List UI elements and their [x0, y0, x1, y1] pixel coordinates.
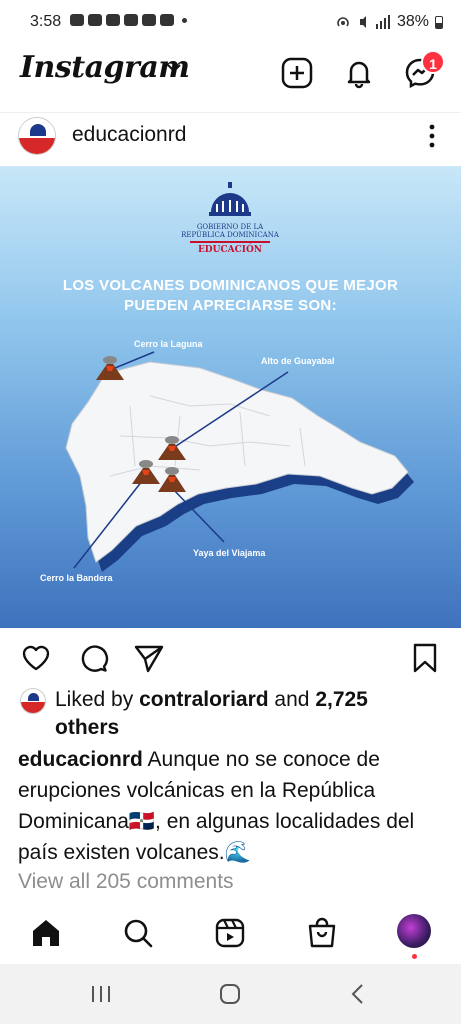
- recent-apps-icon[interactable]: [90, 984, 112, 1004]
- post-caption: educacionrd Aunque no se conoce de erupc…: [18, 744, 438, 868]
- home-icon[interactable]: [29, 916, 63, 950]
- label-yaya-viajama: Yaya del Viajama: [193, 548, 266, 558]
- post-header: educacionrd: [0, 112, 461, 164]
- map-illustration: [65, 351, 414, 572]
- facebook-icon: [70, 14, 84, 26]
- bottom-nav: [0, 908, 461, 960]
- reels-icon[interactable]: [213, 916, 247, 950]
- home-button-icon[interactable]: [219, 983, 241, 1005]
- notification-icons: [70, 14, 187, 26]
- label-cerro-laguna: Cerro la Laguna: [134, 339, 203, 349]
- caption-username[interactable]: educacionrd: [18, 748, 143, 771]
- post-image[interactable]: GOBIERNO DE LA REPÚBLICA DOMINICANA EDUC…: [0, 166, 461, 628]
- system-nav-bar: [0, 964, 461, 1024]
- like-heart-icon[interactable]: [20, 642, 52, 674]
- label-alto-guayabal: Alto de Guayabal: [261, 356, 335, 366]
- liked-by-user[interactable]: contraloriard: [139, 688, 269, 711]
- youtube-icon: [106, 14, 120, 26]
- share-send-icon[interactable]: [133, 642, 165, 674]
- label-cerro-bandera: Cerro la Bandera: [40, 573, 113, 583]
- view-comments-link[interactable]: View all 205 comments: [18, 870, 234, 894]
- twitter-icon: [160, 14, 174, 26]
- notifications-bell-icon[interactable]: [342, 56, 376, 90]
- create-post-icon[interactable]: [280, 56, 314, 90]
- avatar: [20, 688, 46, 714]
- battery-icon: [435, 15, 443, 29]
- signal-icon: [375, 15, 390, 29]
- status-right: 38%: [335, 13, 443, 31]
- status-bar: 3:58 38%: [0, 0, 461, 42]
- comment-icon[interactable]: [77, 642, 109, 674]
- back-icon[interactable]: [350, 983, 366, 1005]
- shop-bag-icon[interactable]: [305, 916, 339, 950]
- notification-badge: 1: [421, 50, 445, 74]
- likes-text: Liked by contraloriard and 2,725 others: [55, 688, 368, 739]
- save-bookmark-icon[interactable]: [409, 642, 441, 674]
- search-icon[interactable]: [121, 916, 155, 950]
- profile-avatar[interactable]: [397, 914, 431, 948]
- mute-icon: [359, 16, 366, 28]
- youtube-icon: [142, 14, 156, 26]
- avatar[interactable]: [18, 117, 56, 155]
- profile-activity-dot: [412, 954, 417, 959]
- post-username[interactable]: educacionrd: [72, 123, 186, 147]
- likes-count[interactable]: 2,725: [315, 688, 368, 711]
- more-notifications-dot: [182, 18, 187, 23]
- battery-percent: 38%: [396, 13, 429, 30]
- app-header: Instagram 1: [0, 44, 461, 106]
- hotspot-icon: [337, 17, 349, 27]
- youtube-icon: [124, 14, 138, 26]
- status-time: 3:58: [30, 13, 62, 30]
- volcano-icon-laguna: [96, 356, 124, 380]
- dome-icon: [30, 124, 46, 136]
- post-actions: [0, 636, 461, 680]
- youtube-icon: [88, 14, 102, 26]
- instagram-logo[interactable]: Instagram: [20, 50, 190, 85]
- more-options-icon[interactable]: [426, 123, 438, 149]
- chevron-down-icon[interactable]: [166, 62, 182, 74]
- hispaniola-map: [65, 361, 409, 563]
